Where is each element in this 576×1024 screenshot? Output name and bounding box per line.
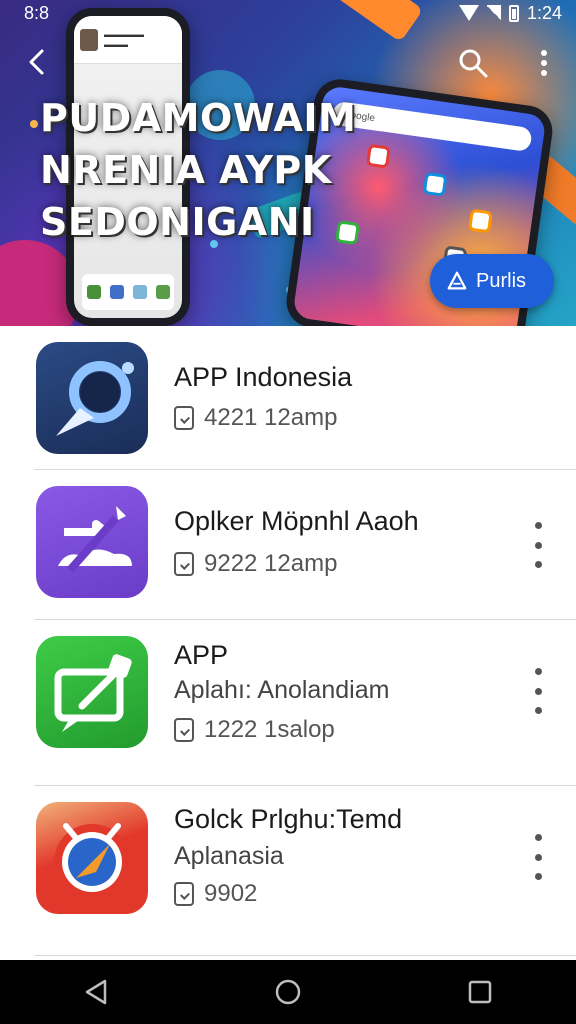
list-item[interactable]: APP Aplahı: Anolandiam 1222 1salop [0, 620, 576, 787]
nav-home-button[interactable] [268, 972, 308, 1012]
back-arrow-icon[interactable] [24, 48, 52, 76]
headline-line: SEDONIGANI [40, 200, 315, 244]
mock-search-bar: Google [331, 100, 533, 153]
top-app-bar [0, 38, 576, 88]
headline-line: NRENIA AYPK [40, 148, 332, 192]
status-time: 1:24 [526, 2, 562, 23]
app-list: APP Indonesia 4221 12amp Oplker Möpnhl A… [0, 326, 576, 957]
fab-label: Purlis [476, 269, 527, 292]
decor-dot [30, 120, 38, 128]
app-subtitle: Aplanasia [174, 842, 284, 870]
app-icon [36, 802, 148, 914]
headline-line: PUDAMOWAIM [40, 96, 357, 140]
app-screen: ▬▬▬▬▬ ▬▬▬ Google PUDAMOWAIM NRENIA AYPK S… [0, 0, 576, 1024]
app-title: APP Indonesia [174, 362, 353, 392]
list-item[interactable]: Oplker Möpnhl Aaoh 9222 12amp [0, 470, 576, 621]
app-icon [36, 486, 148, 598]
triangle-a-icon [447, 271, 467, 290]
app-meta: 9902 [174, 880, 257, 908]
system-nav-bar [0, 960, 576, 1024]
app-meta: 9222 12amp [174, 550, 337, 578]
status-left-icons: 8:8 [24, 2, 50, 23]
app-meta-text: 1222 1salop [204, 716, 335, 743]
mock-app-icon [366, 143, 391, 169]
triangle-back-icon [85, 979, 107, 1005]
status-bar: 8:8 1:24 [0, 0, 576, 26]
more-vert-icon[interactable] [528, 834, 548, 880]
app-title: Golck Prlghu:Temd [174, 804, 403, 834]
app-meta: 1222 1salop [174, 716, 335, 744]
clipboard-icon [174, 882, 194, 906]
app-meta: 4221 12amp [174, 404, 337, 432]
search-icon[interactable] [456, 46, 490, 80]
clipboard-icon [174, 718, 194, 742]
clipboard-icon [174, 406, 194, 430]
app-icon [36, 636, 148, 748]
battery-icon [508, 4, 519, 22]
nav-recents-button[interactable] [460, 972, 500, 1012]
circle-home-icon [275, 979, 301, 1005]
app-meta-text: 4221 12amp [204, 404, 338, 431]
wifi-icon [458, 5, 479, 21]
mock-app-icon [422, 171, 448, 197]
more-vert-icon[interactable] [528, 522, 548, 568]
mock-app-icon [467, 208, 493, 234]
square-recents-icon [468, 980, 492, 1004]
app-title: APP [174, 640, 229, 670]
clipboard-icon [174, 552, 194, 576]
more-vert-icon[interactable] [530, 48, 558, 78]
hero-headline: PUDAMOWAIM NRENIA AYPK SEDONIGANI [40, 92, 360, 248]
more-vert-icon[interactable] [528, 668, 548, 714]
app-meta-text: 9222 12amp [204, 550, 338, 577]
app-title: Oplker Möpnhl Aaoh [174, 506, 419, 536]
phone-dock [82, 274, 174, 310]
signal-icon [486, 5, 501, 21]
list-item[interactable]: Golck Prlghu:Temd Aplanasia 9902 [0, 786, 576, 957]
app-meta-text: 9902 [204, 880, 258, 907]
app-subtitle: Aplahı: Anolandiam [174, 676, 390, 704]
list-item[interactable]: APP Indonesia 4221 12amp [0, 326, 576, 471]
nav-back-button[interactable] [76, 972, 116, 1012]
purlis-fab-button[interactable]: Purlis [430, 254, 554, 308]
app-icon [36, 342, 148, 454]
